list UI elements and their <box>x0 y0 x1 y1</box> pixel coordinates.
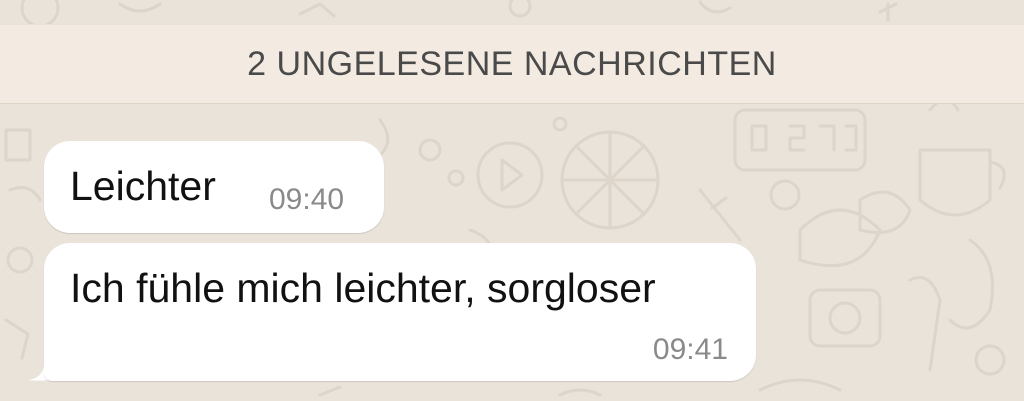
incoming-message-bubble[interactable]: Ich fühle mich leichter, sorgloser 09:41 <box>44 243 756 381</box>
message-text: Leichter <box>70 163 216 209</box>
unread-messages-banner: 2 UNGELESENE NACHRICHTEN <box>0 24 1024 104</box>
unread-messages-label: 2 UNGELESENE NACHRICHTEN <box>247 44 777 83</box>
message-text: Ich fühle mich leichter, sorgloser <box>70 265 656 311</box>
incoming-message-bubble[interactable]: Leichter 09:40 <box>44 141 384 233</box>
message-timestamp: 09:41 <box>652 333 728 366</box>
message-timestamp: 09:40 <box>269 183 345 216</box>
